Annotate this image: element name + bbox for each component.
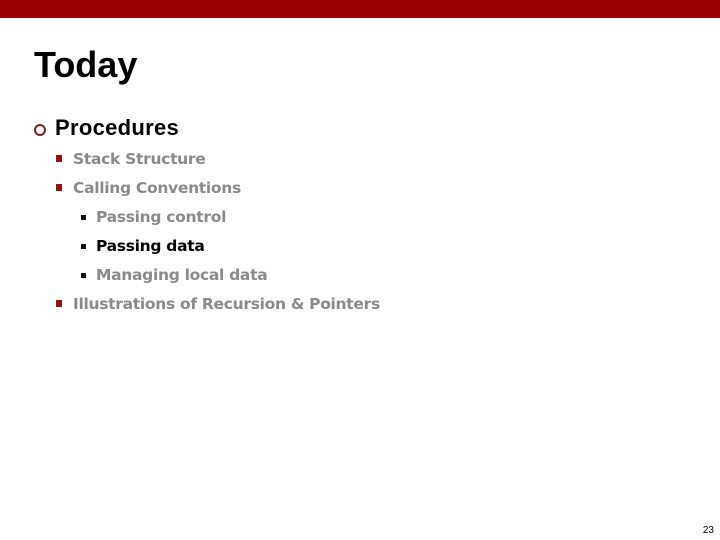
- square-bullet-icon: [56, 299, 62, 307]
- bullet-calling-conventions: Calling Conventions: [56, 177, 241, 199]
- hollow-circle-bullet-icon: [34, 124, 46, 136]
- bullet-label: Procedures: [55, 115, 180, 140]
- bullet-procedures: Procedures: [34, 114, 179, 142]
- bullet-label: Passing control: [96, 208, 227, 226]
- bullet-label: Stack Structure: [73, 150, 206, 168]
- header-accent-bar: [0, 0, 720, 18]
- bullet-label: Illustrations of Recursion & Pointers: [73, 295, 380, 313]
- bullet-passing-control: Passing control: [81, 206, 226, 228]
- bullet-stack-structure: Stack Structure: [56, 148, 206, 170]
- square-bullet-icon: [56, 154, 62, 162]
- page-number: 23: [702, 525, 714, 536]
- small-square-bullet-icon: [81, 215, 86, 220]
- bullet-label: Managing local data: [96, 266, 268, 284]
- small-square-bullet-icon: [81, 273, 86, 278]
- bullet-passing-data: Passing data: [81, 235, 205, 257]
- bullet-label: Passing data: [96, 237, 205, 255]
- bullet-illustrations: Illustrations of Recursion & Pointers: [56, 293, 380, 315]
- square-bullet-icon: [56, 183, 62, 191]
- bullet-label: Calling Conventions: [73, 179, 241, 197]
- small-square-bullet-icon: [81, 244, 86, 249]
- bullet-managing-local-data: Managing local data: [81, 264, 268, 286]
- slide-title: Today: [34, 44, 138, 85]
